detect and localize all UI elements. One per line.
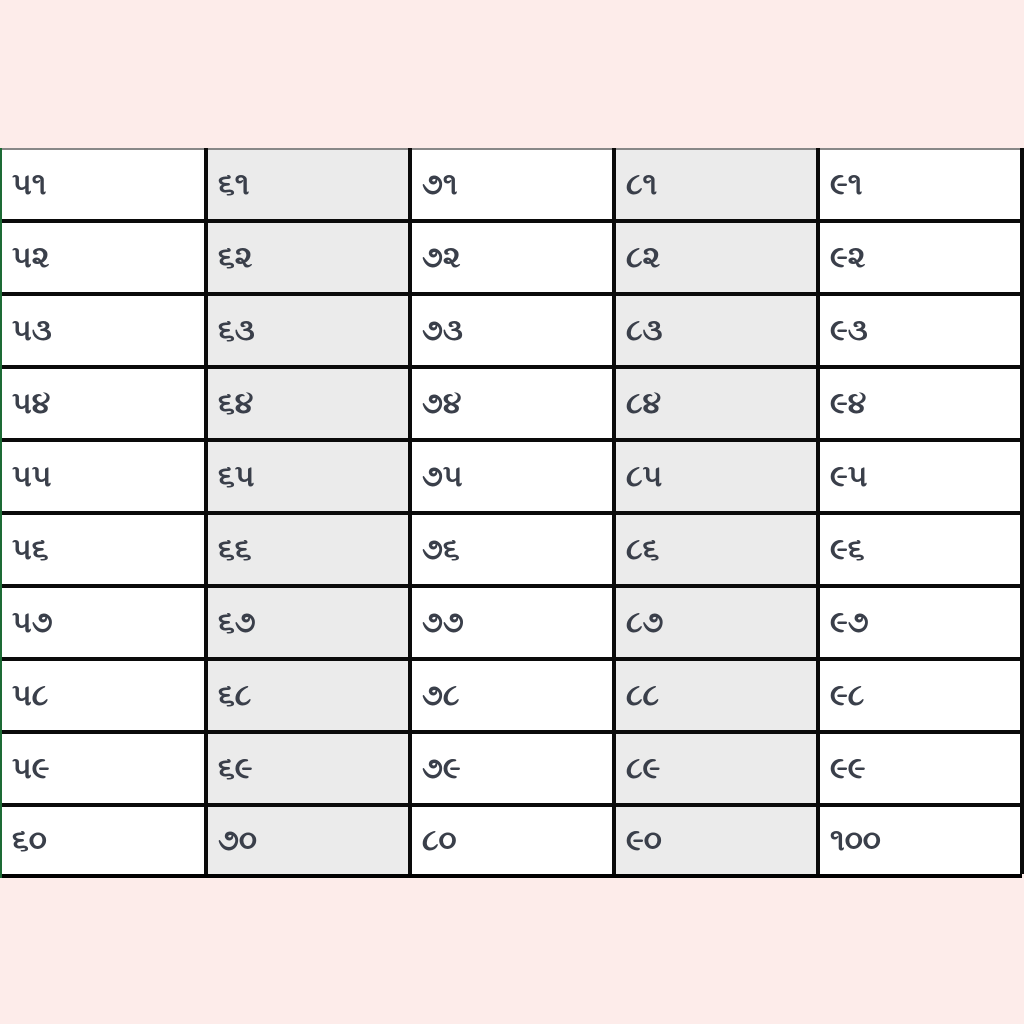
table-cell[interactable]: ૯૨ bbox=[816, 219, 1024, 296]
table-cell[interactable]: ૬૩ bbox=[204, 292, 412, 369]
table-cell[interactable]: ૬૫ bbox=[204, 438, 412, 515]
table-cell[interactable]: ૬૪ bbox=[204, 365, 412, 442]
table-row: ૫૯ ૬૯ ૭૯ ૮૯ ૯૯ bbox=[2, 730, 1024, 807]
table-cell[interactable]: ૭૮ bbox=[408, 657, 616, 734]
numeral-grid: ૫૧ ૬૧ ૭૧ ૮૧ ૯૧ ૫૨ ૬૨ ૭૨ ૮૨ ૯૨ ૫૩ ૬૩ ૭૩ ૮૩ ૯૩ ૫૪ ૬૪ ૭૪ ૮૪ ૯૪… bbox=[0, 148, 1024, 878]
table-cell[interactable]: ૮૮ bbox=[612, 657, 820, 734]
table-cell[interactable]: ૭૦ bbox=[204, 803, 412, 874]
table-cell[interactable]: ૫૫ bbox=[2, 438, 208, 515]
table-row: ૫૧ ૬૧ ૭૧ ૮૧ ૯૧ bbox=[2, 148, 1024, 223]
table-row: ૫૭ ૬૭ ૭૭ ૮૭ ૯૭ bbox=[2, 584, 1024, 661]
table-row: ૫૬ ૬૬ ૭૬ ૮૬ ૯૬ bbox=[2, 511, 1024, 588]
table-row: ૫૫ ૬૫ ૭૫ ૮૫ ૯૫ bbox=[2, 438, 1024, 515]
table-row: ૬૦ ૭૦ ૮૦ ૯૦ ૧૦૦ bbox=[2, 803, 1024, 874]
table-cell[interactable]: ૬૬ bbox=[204, 511, 412, 588]
table-cell[interactable]: ૯૯ bbox=[816, 730, 1024, 807]
table-cell[interactable]: ૭૪ bbox=[408, 365, 616, 442]
table-cell[interactable]: ૬૧ bbox=[204, 148, 412, 223]
table-row: ૫૨ ૬૨ ૭૨ ૮૨ ૯૨ bbox=[2, 219, 1024, 296]
table-row: ૫૩ ૬૩ ૭૩ ૮૩ ૯૩ bbox=[2, 292, 1024, 369]
table-cell[interactable]: ૯૫ bbox=[816, 438, 1024, 515]
table-cell[interactable]: ૯૩ bbox=[816, 292, 1024, 369]
table-cell[interactable]: ૯૦ bbox=[612, 803, 820, 874]
table-cell[interactable]: ૬૦ bbox=[2, 803, 208, 874]
table-cell[interactable]: ૮૨ bbox=[612, 219, 820, 296]
table-cell[interactable]: ૮૫ bbox=[612, 438, 820, 515]
table-cell[interactable]: ૮૬ bbox=[612, 511, 820, 588]
table-cell[interactable]: ૮૧ bbox=[612, 148, 820, 223]
table-cell[interactable]: ૮૩ bbox=[612, 292, 820, 369]
table-cell[interactable]: ૭૧ bbox=[408, 148, 616, 223]
table-cell[interactable]: ૭૫ bbox=[408, 438, 616, 515]
table-cell[interactable]: ૭૭ bbox=[408, 584, 616, 661]
table-cell[interactable]: ૬૭ bbox=[204, 584, 412, 661]
table-cell[interactable]: ૭૯ bbox=[408, 730, 616, 807]
table-cell[interactable]: ૫૨ bbox=[2, 219, 208, 296]
table-cell[interactable]: ૫૧ bbox=[2, 148, 208, 223]
table-cell[interactable]: ૯૪ bbox=[816, 365, 1024, 442]
table-cell[interactable]: ૯૧ bbox=[816, 148, 1024, 223]
table-cell[interactable]: ૯૮ bbox=[816, 657, 1024, 734]
table-cell[interactable]: ૯૭ bbox=[816, 584, 1024, 661]
table-cell[interactable]: ૮૪ bbox=[612, 365, 820, 442]
table-cell[interactable]: ૮૯ bbox=[612, 730, 820, 807]
table-cell[interactable]: ૧૦૦ bbox=[816, 803, 1024, 874]
table-row: ૫૪ ૬૪ ૭૪ ૮૪ ૯૪ bbox=[2, 365, 1024, 442]
table-cell[interactable]: ૭૬ bbox=[408, 511, 616, 588]
table-cell[interactable]: ૫૮ bbox=[2, 657, 208, 734]
table-cell[interactable]: ૬૯ bbox=[204, 730, 412, 807]
table-row: ૫૮ ૬૮ ૭૮ ૮૮ ૯૮ bbox=[2, 657, 1024, 734]
table-cell[interactable]: ૬૮ bbox=[204, 657, 412, 734]
table-cell[interactable]: ૫૭ bbox=[2, 584, 208, 661]
table-cell[interactable]: ૫૪ bbox=[2, 365, 208, 442]
table-cell[interactable]: ૮૭ bbox=[612, 584, 820, 661]
table-cell[interactable]: ૭૩ bbox=[408, 292, 616, 369]
table-cell[interactable]: ૯૬ bbox=[816, 511, 1024, 588]
table-cell[interactable]: ૬૨ bbox=[204, 219, 412, 296]
table-cell[interactable]: ૫૩ bbox=[2, 292, 208, 369]
table-cell[interactable]: ૮૦ bbox=[408, 803, 616, 874]
numeral-table: ૫૧ ૬૧ ૭૧ ૮૧ ૯૧ ૫૨ ૬૨ ૭૨ ૮૨ ૯૨ ૫૩ ૬૩ ૭૩ ૮૩ ૯૩ ૫૪ ૬૪ ૭૪ ૮૪ ૯૪… bbox=[2, 148, 1024, 874]
table-cell[interactable]: ૫૯ bbox=[2, 730, 208, 807]
table-cell[interactable]: ૫૬ bbox=[2, 511, 208, 588]
table-cell[interactable]: ૭૨ bbox=[408, 219, 616, 296]
